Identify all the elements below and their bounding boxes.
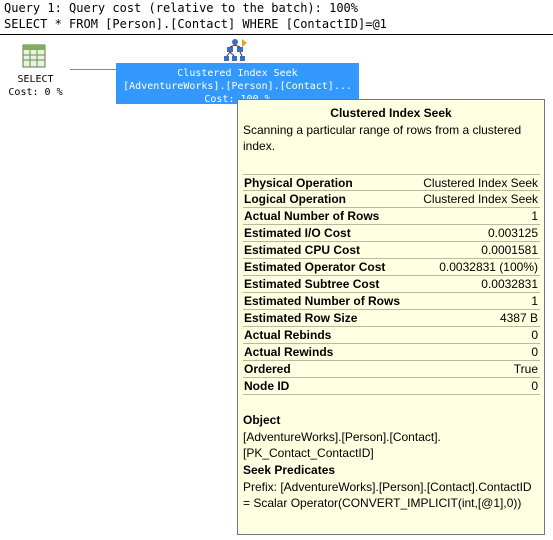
- property-value: Clustered Index Seek: [423, 192, 538, 206]
- select-operator-icon[interactable]: [22, 44, 46, 68]
- tooltip-object-heading: Object: [243, 413, 281, 427]
- query-sql-line: SELECT * FROM [Person].[Contact] WHERE […: [4, 17, 387, 31]
- tooltip-property-row: Ordered True: [243, 361, 540, 378]
- tooltip-property-row: Physical Operation Clustered Index Seek: [243, 174, 540, 191]
- property-name: Actual Number of Rows: [244, 209, 380, 223]
- select-node-name: SELECT: [17, 74, 54, 85]
- property-name: Estimated I/O Cost: [244, 226, 351, 240]
- property-name: Estimated CPU Cost: [244, 243, 361, 257]
- property-value: 0: [531, 379, 538, 393]
- plan-connector-arrow: [70, 69, 116, 70]
- select-node-label[interactable]: SELECT Cost: 0 %: [3, 73, 68, 99]
- tooltip-title: Clustered Index Seek: [330, 106, 452, 120]
- property-value: 0.0001581: [481, 243, 538, 257]
- select-node-cost: Cost: 0 %: [8, 87, 63, 98]
- property-name: Estimated Subtree Cost: [244, 277, 380, 291]
- tooltip-property-row: Estimated Row Size 4387 B: [243, 310, 540, 327]
- tooltip-property-row: Estimated CPU Cost 0.0001581: [243, 242, 540, 259]
- tooltip-object-line: [PK_Contact_ContactID]: [243, 446, 374, 460]
- property-name: Actual Rewinds: [244, 345, 334, 359]
- property-name: Ordered: [244, 362, 291, 376]
- tooltip-property-row: Estimated Operator Cost 0.0032831 (100%): [243, 259, 540, 276]
- tooltip-seek-line: Prefix: [AdventureWorks].[Person].[Conta…: [243, 480, 532, 494]
- property-name: Estimated Row Size: [244, 311, 358, 325]
- query-cost-line: Query 1: Query cost (relative to the bat…: [4, 1, 359, 15]
- property-value: 0: [531, 345, 538, 359]
- tooltip-description: Scanning a particular range of rows from…: [243, 123, 522, 153]
- property-value: 1: [531, 294, 538, 308]
- tooltip-property-row: Actual Number of Rows 1: [243, 208, 540, 225]
- property-name: Logical Operation: [244, 192, 347, 206]
- tooltip-property-row: Estimated Subtree Cost 0.0032831: [243, 276, 540, 293]
- clustered-index-seek-node[interactable]: Clustered Index Seek [AdventureWorks].[P…: [116, 63, 359, 105]
- property-value: 0.003125: [487, 226, 538, 240]
- property-name: Actual Rebinds: [244, 328, 332, 342]
- property-name: Estimated Number of Rows: [244, 294, 401, 308]
- property-value: 0: [531, 328, 538, 342]
- tooltip-seek-line: = Scalar Operator(CONVERT_IMPLICIT(int,[…: [243, 496, 522, 510]
- property-name: Physical Operation: [244, 176, 353, 190]
- property-value: 0.0032831: [481, 277, 538, 291]
- tooltip-property-row: Actual Rebinds 0: [243, 327, 540, 344]
- property-value: 1: [531, 209, 538, 223]
- tooltip-property-row: Node ID 0: [243, 378, 540, 395]
- property-value: Clustered Index Seek: [423, 176, 538, 190]
- operator-tooltip: Clustered Index Seek Scanning a particul…: [237, 99, 545, 535]
- header-separator: [0, 34, 553, 35]
- tooltip-property-row: Actual Rewinds 0: [243, 344, 540, 361]
- seek-node-title: Clustered Index Seek: [177, 68, 298, 79]
- tooltip-property-row: Estimated Number of Rows 1: [243, 293, 540, 310]
- property-name: Estimated Operator Cost: [244, 260, 386, 274]
- tooltip-properties-table: Physical Operation Clustered Index Seek Lo…: [243, 174, 540, 395]
- clustered-index-seek-icon[interactable]: [222, 38, 248, 64]
- tooltip-seek-heading: Seek Predicates: [243, 463, 336, 477]
- property-value: 0.0032831 (100%): [439, 260, 538, 274]
- seek-node-object: [AdventureWorks].[Person].[Contact]...: [123, 81, 352, 92]
- tooltip-property-row: Estimated I/O Cost 0.003125: [243, 225, 540, 242]
- property-value: 4387 B: [499, 311, 538, 325]
- tooltip-object-line: [AdventureWorks].[Person].[Contact].: [243, 430, 441, 444]
- property-name: Node ID: [244, 379, 290, 393]
- tooltip-property-row: Logical Operation Clustered Index Seek: [243, 191, 540, 208]
- property-value: True: [513, 362, 538, 376]
